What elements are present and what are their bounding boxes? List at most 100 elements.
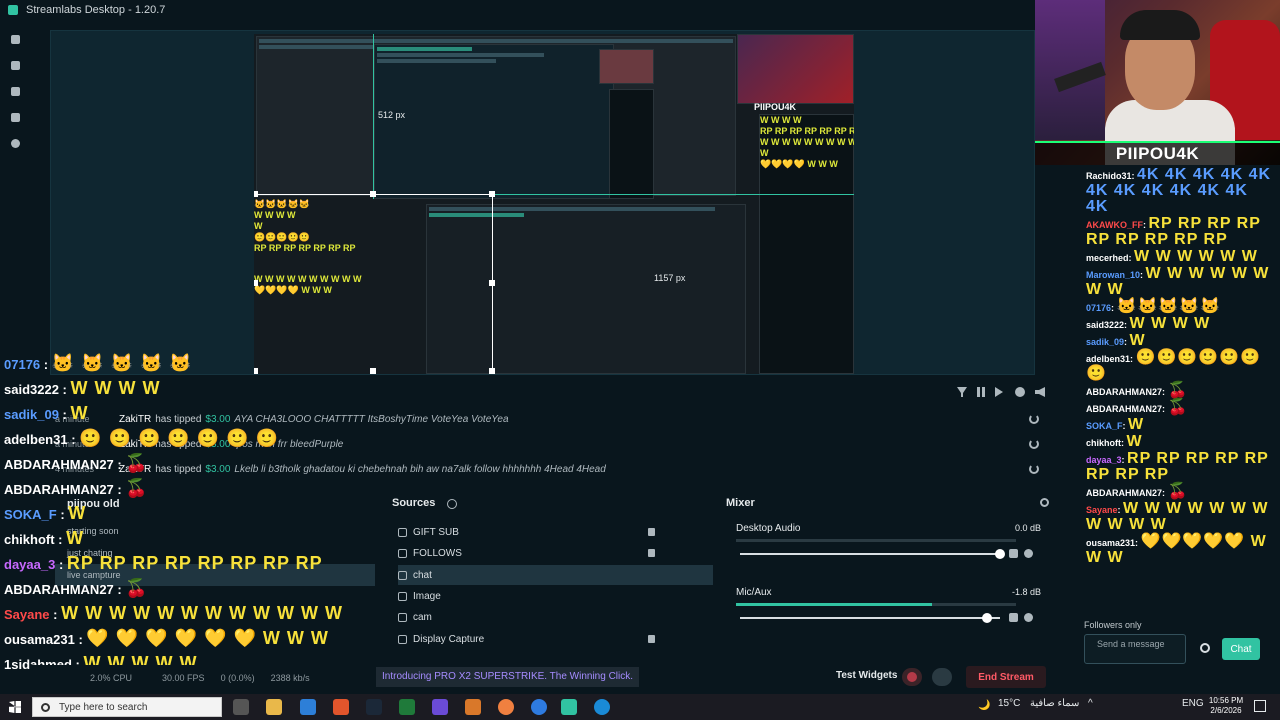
nav-store-icon[interactable] [0,78,30,104]
chat-username[interactable]: said3222 [1086,320,1124,330]
file-explorer-icon[interactable] [266,699,282,715]
source-label: FOLLOWS [413,547,462,559]
mute-icon[interactable] [1009,549,1018,558]
source-item[interactable]: Display Capture [398,629,713,649]
mixer-title: Mixer [726,497,755,509]
resize-handle[interactable] [254,191,258,197]
start-button[interactable] [0,694,30,720]
source-icon [398,548,407,558]
chat-settings-icon[interactable] [1200,643,1210,653]
tray-chevron-icon[interactable]: ^ [1088,698,1093,709]
mute-icon[interactable] [1009,613,1018,622]
chat-username[interactable]: chikhoft [1086,438,1121,448]
add-source-icon[interactable] [447,499,457,509]
chat-username[interactable]: AKAWKO_FF [1086,220,1143,230]
source-item[interactable]: FOLLOWS [398,543,713,563]
filter-icon[interactable] [957,387,967,397]
nav-themes-icon[interactable] [0,52,30,78]
preview-chat-line: W W W W W W W W W W [760,137,854,147]
streamlabs-taskbar-icon[interactable] [561,699,577,715]
source-icon [398,634,407,644]
promo-banner[interactable]: Introducing PRO X2 SUPERSTRIKE. The Winn… [376,667,640,687]
resize-handle[interactable] [370,191,376,197]
volume-icon[interactable] [1035,387,1045,397]
lock-icon[interactable] [648,549,655,557]
chat-username[interactable]: ousama231 [1086,538,1135,548]
edge-icon[interactable] [594,699,610,715]
chat-message-input[interactable]: Send a message [1084,634,1186,664]
chat-username[interactable]: Marowan_10 [1086,270,1140,280]
pause-icon[interactable] [977,387,985,397]
chat-username[interactable]: mecerhed [1086,253,1129,263]
resize-handle[interactable] [254,280,258,286]
source-item[interactable]: GIFT SUB [398,522,713,542]
preview-chat-source[interactable]: W W W W RP RP RP RP RP RP RP W W W W W W… [759,114,854,374]
chat-send-button[interactable]: Chat [1222,638,1260,660]
weather-temp[interactable]: 15°C [998,698,1020,709]
stream-preview-canvas[interactable]: PIIPOU4K W W W W RP RP RP RP RP RP RP W … [254,34,854,374]
windows-icon [9,701,21,713]
chat-username[interactable]: Sayane [1086,505,1118,515]
chat-username[interactable]: 07176 [1086,303,1111,313]
overlay-chat-line: ABDARAHMAN27 : 🍒 [4,578,149,599]
chat-username[interactable]: adelben31 [1086,354,1130,364]
chat-message: W W W W [70,378,161,398]
nav-live-icon[interactable] [0,130,30,156]
overlay-chat-line: 07176 : 🐱 🐱 🐱 🐱 🐱 [4,353,193,374]
volume-slider[interactable] [740,613,1000,623]
replay-buffer-button[interactable] [932,668,952,686]
clock-date: 2/6/2026 [1210,706,1242,715]
taskbar-clock[interactable]: 10:56 PM 2/6/2026 [1206,696,1246,716]
chat-message: 🍒 [1167,399,1189,416]
lock-icon[interactable] [648,635,655,643]
excel-icon[interactable] [399,699,415,715]
brave-icon[interactable] [333,699,349,715]
language-indicator[interactable]: ENG [1182,698,1204,709]
chat-username[interactable]: Rachido31 [1086,171,1132,181]
test-widgets-button[interactable]: Test Widgets [836,670,897,681]
source-item-selected[interactable]: chat [398,565,713,585]
resize-handle[interactable] [489,191,495,197]
chat-line: Marowan_10: W W W W W W W W [1086,266,1274,298]
notifications-icon[interactable] [1254,700,1266,712]
chat-username[interactable]: ABDARAHMAN27 [1086,387,1162,397]
overlay-chat-feed: 07176 : 🐱 🐱 🐱 🐱 🐱 said3222 : W W W W sadik… [0,350,390,680]
chat-username[interactable]: ABDARAHMAN27 [1086,488,1162,498]
app-icon[interactable] [498,699,514,715]
source-item[interactable]: Image [398,586,713,606]
task-view-icon[interactable] [233,699,249,715]
replay-icon[interactable] [1029,464,1039,474]
app-icon[interactable] [465,699,481,715]
app-icon[interactable] [432,699,448,715]
overlay-chat-line: ABDARAHMAN27 : 🍒 [4,478,149,499]
channel-settings-icon[interactable] [1024,613,1033,622]
preview-overlay-chat[interactable]: 🐱🐱🐱🐱🐱 W W W W W 🙂🙂🙂🙂🙂 RP RP RP RP RP RP … [254,199,494,296]
nav-layout-icon[interactable] [0,104,30,130]
store-icon[interactable] [300,699,316,715]
chat-username[interactable]: SOKA_F [1086,421,1123,431]
chat-username[interactable]: ABDARAHMAN27 [1086,404,1162,414]
source-item[interactable]: cam [398,607,713,627]
end-stream-button[interactable]: End Stream [966,666,1046,688]
settings-icon[interactable] [1015,387,1025,397]
record-button[interactable] [902,668,922,686]
chat-username[interactable]: sadik_09 [1086,337,1124,347]
replay-icon[interactable] [1029,439,1039,449]
volume-slider[interactable] [740,549,1005,559]
nav-editor-icon[interactable] [0,26,30,52]
chat-message: 💛 💛 💛 💛 💛 💛 W W W [86,628,329,648]
channel-settings-icon[interactable] [1024,549,1033,558]
resize-handle[interactable] [489,368,495,374]
preview-webcam-source[interactable] [737,34,854,104]
mixer-settings-icon[interactable] [1040,498,1049,507]
chat-separator: : [113,582,126,597]
skip-icon[interactable] [995,387,1003,397]
replay-icon[interactable] [1029,414,1039,424]
chrome-icon[interactable] [531,699,547,715]
taskbar-search[interactable]: Type here to search [32,697,222,717]
lock-icon[interactable] [648,528,655,536]
steam-icon[interactable] [366,699,382,715]
chat-username[interactable]: dayaa_3 [1086,455,1122,465]
preview-chat-line: 🙂🙂🙂🙂🙂 [254,232,311,242]
resize-handle[interactable] [489,280,495,286]
